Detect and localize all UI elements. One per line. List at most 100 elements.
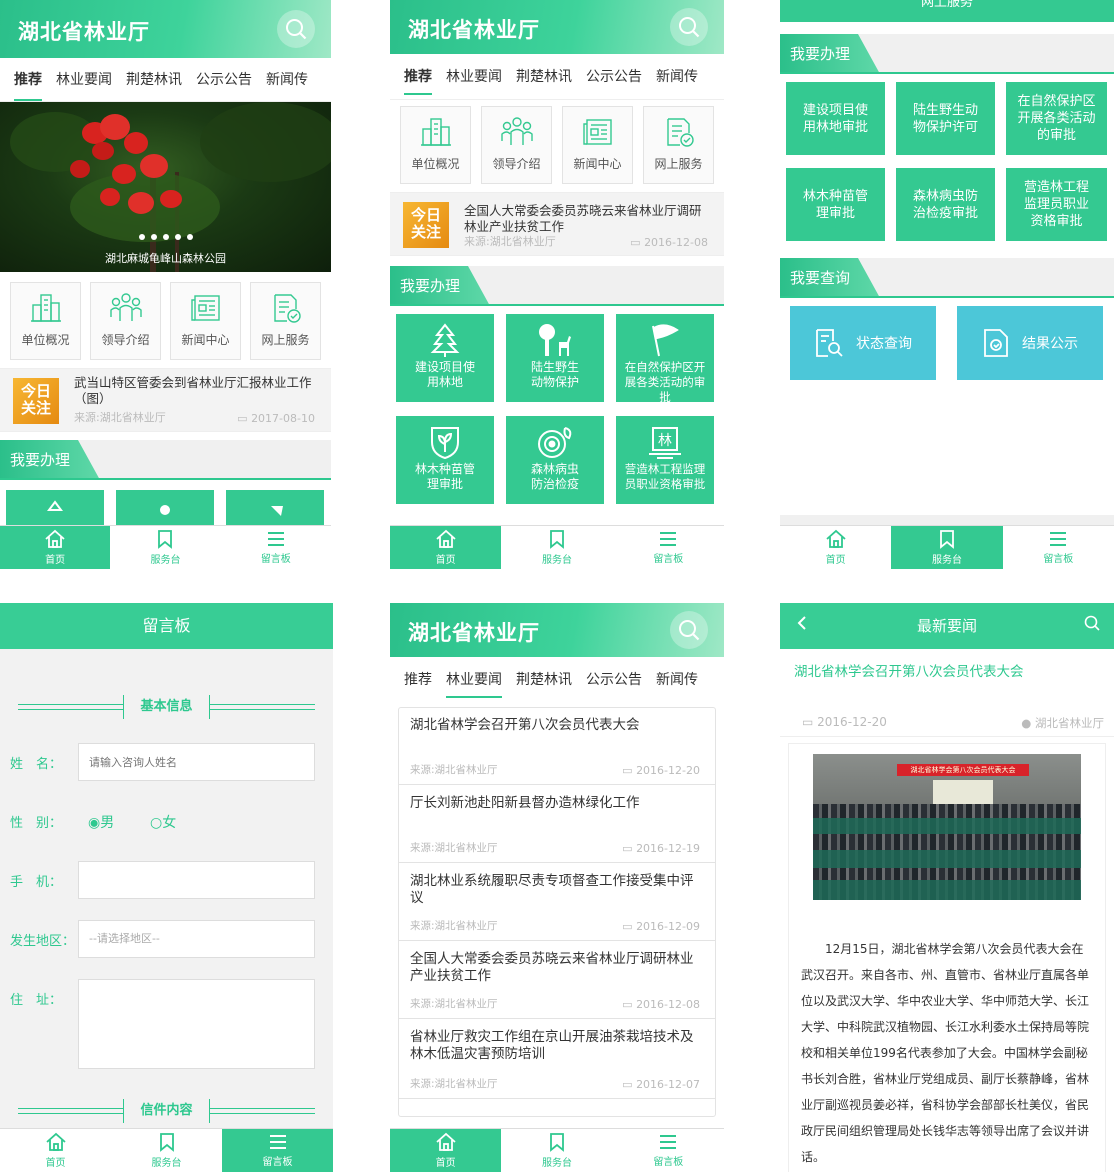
handle-tile-wildlife[interactable]: 陆生野生动物保护 (506, 314, 604, 402)
search-button[interactable] (277, 10, 315, 48)
gender-female-radio[interactable]: ○女 (150, 812, 176, 832)
tab-media[interactable]: 新闻传 (656, 55, 698, 99)
bookmark-icon (940, 530, 954, 549)
tab-forestry-news[interactable]: 林业要闻 (446, 55, 502, 99)
tabbar-service[interactable]: 服务台 (501, 1129, 612, 1172)
banner-carousel[interactable]: 湖北麻城龟峰山森林公园 (0, 102, 331, 272)
bookmark-icon (159, 1133, 174, 1152)
calendar-icon: ▭ (622, 1078, 637, 1091)
menu-icon (1050, 532, 1067, 546)
handle-tile-partial[interactable] (116, 490, 214, 530)
tab-notice[interactable]: 公示公告 (196, 58, 252, 101)
news-item[interactable]: 省林业厅救灾工作组在京山开展油茶栽培技术及林木低温灾害预防培训 来源:湖北省林业厅… (398, 1019, 716, 1099)
service-tile-pest[interactable]: 森林病虫防治检疫审批 (896, 168, 995, 241)
handle-tile-partial[interactable] (226, 490, 324, 530)
handle-tile-partial[interactable] (6, 490, 104, 530)
flag-icon (652, 324, 679, 357)
bottom-tabbar: 首页 服务台 留言板 (390, 1128, 724, 1172)
handle-tile-pest[interactable]: 森林病虫防治检疫 (506, 416, 604, 504)
handle-tile-seedling[interactable]: 林木种苗管理审批 (396, 416, 494, 504)
calendar-icon: ▭ (630, 236, 645, 249)
quick-link-leaders[interactable]: 领导介绍 (90, 282, 161, 360)
tab-media[interactable]: 新闻传 (656, 658, 698, 702)
service-tile-supervisor[interactable]: 营造林工程监理员职业资格审批 (1006, 168, 1107, 241)
document-search-icon (816, 329, 843, 357)
app-title: 湖北省林业厅 (408, 18, 540, 42)
service-tile-wildlife[interactable]: 陆生野生动物保护许可 (896, 82, 995, 155)
tab-notice[interactable]: 公示公告 (586, 55, 642, 99)
search-button[interactable] (670, 611, 708, 649)
tabbar-message[interactable]: 留言板 (613, 526, 724, 569)
tabbar-service[interactable]: 服务台 (891, 526, 1003, 569)
name-input[interactable] (78, 743, 315, 781)
home-icon (436, 529, 456, 548)
article-date: 2016-12-20 (817, 715, 887, 729)
tab-forestry-news[interactable]: 林业要闻 (446, 658, 502, 702)
carousel-dots[interactable] (0, 225, 331, 244)
back-button[interactable] (796, 603, 808, 649)
focus-title: 武当山特区管委会到省林业厅汇报林业工作（图） (74, 375, 312, 406)
people-icon (500, 117, 533, 145)
phone-input[interactable] (78, 861, 315, 899)
quick-link-leaders[interactable]: 领导介绍 (481, 106, 552, 184)
address-textarea[interactable] (78, 979, 315, 1069)
service-tile-reserve[interactable]: 在自然保护区开展各类活动的审批 (1006, 82, 1107, 155)
handle-tile-land[interactable]: 建设项目使用林地 (396, 314, 494, 402)
handle-tile-reserve[interactable]: 在自然保护区开展各类活动的审批 (616, 314, 714, 404)
tab-notice[interactable]: 公示公告 (586, 658, 642, 702)
quick-link-news-center[interactable]: 新闻中心 (562, 106, 633, 184)
article-meta: ▭ 2016-12-20 ● 湖北省林业厅 (780, 681, 1114, 737)
tabbar-message[interactable]: 留言板 (221, 526, 331, 569)
tabbar-message[interactable]: 留言板 (222, 1129, 333, 1172)
bottom-tabbar: 首页 服务台 留言板 (0, 525, 331, 569)
search-button[interactable] (670, 8, 708, 46)
tab-recommend[interactable]: 推荐 (404, 658, 432, 702)
news-item[interactable]: 湖北林业系统履职尽责专项督查工作接受集中评议 来源:湖北省林业厅 ▭ 2016-12… (398, 863, 716, 941)
tabbar-home[interactable]: 首页 (780, 526, 891, 569)
tabbar-home[interactable]: 首页 (0, 526, 111, 569)
service-tile-seedling[interactable]: 林木种苗管理审批 (786, 168, 885, 241)
handle-tile-supervisor[interactable]: 林 营造林工程监理员职业资格审批 (616, 416, 714, 504)
calendar-icon: ▭ (622, 920, 637, 933)
quick-link-unit[interactable]: 单位概况 (400, 106, 471, 184)
tabbar-service[interactable]: 服务台 (111, 1129, 222, 1172)
bookmark-icon (550, 1133, 564, 1152)
tabbar-message[interactable]: 留言板 (1003, 526, 1114, 569)
tab-media[interactable]: 新闻传 (266, 58, 308, 101)
tab-jingchu[interactable]: 荆楚林讯 (516, 658, 572, 702)
tabbar-service[interactable]: 服务台 (501, 526, 612, 569)
query-results-button[interactable]: 结果公示 (957, 306, 1103, 380)
region-select[interactable]: --请选择地区-- (78, 920, 315, 958)
tabbar-home[interactable]: 首页 (390, 526, 502, 569)
quick-link-news-center[interactable]: 新闻中心 (170, 282, 241, 360)
today-focus[interactable]: 今日 关注 全国人大常委会委员苏晓云来省林业厅调研林业产业扶贫工作 来源:湖北省林… (390, 192, 724, 256)
app-header: 湖北省林业厅 (390, 0, 724, 54)
tabbar-service[interactable]: 服务台 (110, 526, 220, 569)
news-item[interactable]: 全国人大常委会委员苏晓云来省林业厅调研林业产业扶贫工作 来源:湖北省林业厅 ▭ 20… (398, 941, 716, 1019)
tab-recommend[interactable]: 推荐 (404, 55, 432, 99)
tab-jingchu[interactable]: 荆楚林讯 (126, 58, 182, 101)
tab-recommend[interactable]: 推荐 (14, 58, 42, 101)
tab-forestry-news[interactable]: 林业要闻 (56, 58, 112, 101)
service-tile-land[interactable]: 建设项目使用林地审批 (786, 82, 885, 155)
news-item[interactable]: 湖北省林学会召开第八次会员代表大会 来源:湖北省林业厅 ▭ 2016-12-20 (398, 707, 716, 785)
tabbar-home[interactable]: 首页 (390, 1129, 502, 1172)
tabbar-message[interactable]: 留言板 (613, 1129, 724, 1172)
focus-title: 全国人大常委会委员苏晓云来省林业厅调研林业产业扶贫工作 (464, 203, 702, 234)
tab-jingchu[interactable]: 荆楚林讯 (516, 55, 572, 99)
gender-male-radio[interactable]: ◉男 (88, 812, 114, 832)
search-button[interactable] (1084, 603, 1100, 649)
article-photo: 湖北省林学会第八次会员代表大会 (813, 754, 1081, 900)
section-handle: 我要办理 (780, 34, 1114, 74)
news-item[interactable]: 厅长刘新池赴阳新县督办造林绿化工作 来源:湖北省林业厅 ▭ 2016-12-19 (398, 785, 716, 863)
tabbar-home[interactable]: 首页 (0, 1129, 111, 1172)
quick-link-unit[interactable]: 单位概况 (10, 282, 81, 360)
section-basic-info: 基本信息 (18, 695, 315, 719)
quick-link-online-service[interactable]: 网上服务 (643, 106, 714, 184)
category-tabs: 推荐 林业要闻 荆楚林讯 公示公告 新闻传 (0, 58, 331, 102)
query-status-button[interactable]: 状态查询 (790, 306, 936, 380)
quick-link-online-service[interactable]: 网上服务 (250, 282, 321, 360)
screen-service: 网上服务 我要办理 建设项目使用林地审批 陆生野生动物保护许可 在自然保护区开展… (780, 0, 1114, 569)
today-focus[interactable]: 今日 关注 武当山特区管委会到省林业厅汇报林业工作（图） 来源:湖北省林业厅 ▭ … (0, 368, 331, 432)
article-title: 湖北省林学会召开第八次会员代表大会 (794, 664, 1024, 680)
